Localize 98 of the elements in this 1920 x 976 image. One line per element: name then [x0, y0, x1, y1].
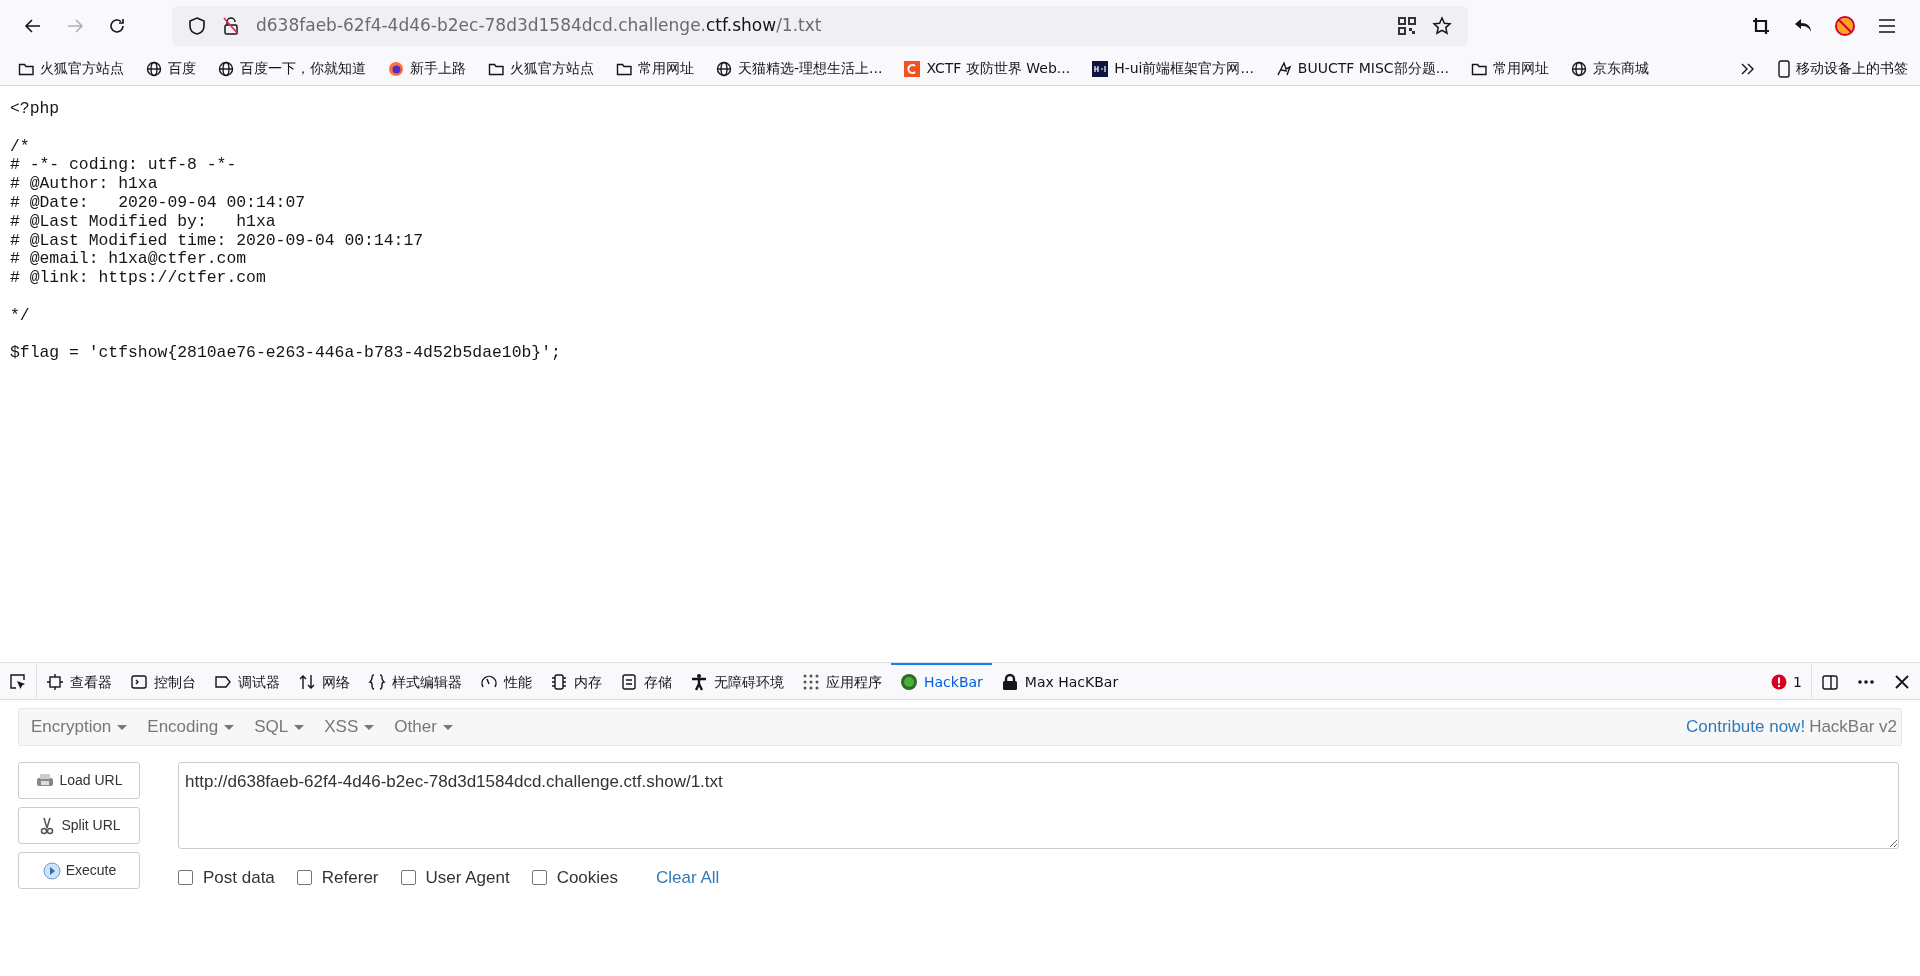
clear-all-link[interactable]: Clear All	[656, 865, 720, 891]
reload-icon[interactable]	[107, 16, 127, 36]
bookmark-item[interactable]: H-ui前端框架官方网...	[1088, 56, 1258, 81]
code-line: # @Last Modified by: h1xa	[10, 212, 277, 232]
devtools-tab[interactable]: 应用程序	[793, 662, 891, 700]
globe-icon	[1571, 60, 1587, 77]
fox-globe-icon	[388, 60, 404, 77]
bookmark-item[interactable]: 新手上路	[384, 56, 470, 81]
terminal-icon	[130, 673, 148, 691]
chip-icon	[550, 673, 568, 691]
bookmark-item[interactable]: 京东商城	[1567, 56, 1653, 81]
menu-dropdown[interactable]: Encoding	[139, 709, 247, 745]
code-line: # @link: https://ctfer.com	[10, 269, 267, 288]
devtools-tab[interactable]: 无障碍环境	[681, 662, 793, 700]
version-label: HackBar v2	[1809, 716, 1897, 739]
devtools-tab[interactable]: HackBar	[891, 662, 992, 700]
caret-icon	[364, 724, 375, 730]
person-icon	[690, 673, 708, 691]
caret-icon	[224, 724, 235, 730]
globe-icon	[218, 60, 234, 77]
storage-icon	[620, 673, 638, 691]
code-line: # @email: h1xa@ctfer.com	[10, 250, 248, 270]
hackbar-logo-icon	[900, 673, 918, 691]
checkbox-label: User Agent	[425, 867, 510, 889]
checkbox[interactable]	[531, 870, 547, 886]
bookmark-item[interactable]: 百度一下，你就知道	[214, 56, 370, 81]
globe-icon	[146, 60, 162, 77]
blocked-extension-icon[interactable]	[1834, 15, 1856, 37]
code-line: */	[10, 306, 31, 326]
crop-icon[interactable]	[1752, 17, 1770, 35]
bookmark-item[interactable]: 移动设备上的书签	[1774, 56, 1912, 81]
bookmark-item[interactable]: 火狐官方站点	[484, 56, 598, 81]
globe-icon	[716, 60, 732, 77]
grid-icon	[802, 673, 820, 691]
bookmark-item[interactable]: 火狐官方站点	[14, 56, 128, 81]
checkbox-label: Referer	[321, 867, 379, 889]
menu-dropdown[interactable]: XSS	[316, 709, 387, 745]
menu-icon[interactable]	[1878, 18, 1896, 34]
lock-icon	[1000, 673, 1019, 691]
checkbox[interactable]	[296, 870, 312, 886]
devtools-tab[interactable]: 查看器	[37, 662, 121, 700]
devtools-tab[interactable]: 调试器	[205, 662, 289, 700]
contribute-link[interactable]: Contribute now!	[1686, 714, 1806, 740]
bookmark-item[interactable]: BUUCTF MISC部分题...	[1271, 56, 1453, 81]
code-line: $flag = 'ctfshow{2810ae76-e263-446a-b783-4d52b5dae10b}';	[10, 344, 562, 364]
code-line: # @Last Modified time: 2020-09-04 00:14:17	[10, 231, 425, 251]
checkbox[interactable]	[178, 870, 193, 886]
caret-icon	[117, 724, 128, 730]
devtools-tab[interactable]: 控制台	[121, 662, 205, 700]
code-line: # @Author: h1xa	[10, 175, 159, 194]
dock-icon[interactable]	[1821, 673, 1839, 691]
devtools-tab[interactable]: 内存	[541, 662, 611, 700]
braces-icon	[368, 673, 386, 691]
checkbox-label: Post data	[203, 867, 275, 889]
qr-code-icon[interactable]	[1398, 17, 1416, 35]
error-icon	[1771, 674, 1788, 690]
close-icon[interactable]	[1893, 673, 1911, 691]
address-bar[interactable]: d638faeb-62f4-4d46-b2ec-78d3d1584dcd.challenge.ctf.show/1.txt	[172, 6, 1468, 46]
devtools-tab[interactable]: 存储	[611, 662, 681, 700]
phone-icon	[1778, 59, 1790, 78]
bookmark-item[interactable]: 天猫精选-理想生活上...	[712, 56, 887, 81]
tag-icon	[214, 673, 232, 691]
error-count[interactable]: 1	[1762, 662, 1812, 700]
action-button[interactable]: Split URL	[18, 807, 140, 844]
caret-icon	[294, 724, 305, 730]
action-button[interactable]: Execute	[18, 852, 140, 889]
chevron-more-icon[interactable]	[1740, 61, 1756, 76]
action-button[interactable]: Load URL	[18, 762, 140, 799]
code-line: <?php	[10, 100, 61, 119]
checkbox[interactable]	[400, 870, 416, 886]
frame-icon	[46, 673, 64, 691]
shield-icon	[188, 16, 206, 36]
code-line: # -*- coding: utf-8 -*-	[10, 156, 238, 176]
checkbox-label: Cookies	[556, 867, 619, 889]
url-input-field[interactable]: http://d638faeb-62f4-4d46-b2ec-78d3d1584dcd.challenge.ctf.show/1.txt	[178, 762, 1899, 849]
url-text: d638faeb-62f4-4d46-b2ec-78d3d1584dcd.challenge.ctf.show/1.txt	[256, 14, 822, 38]
bookmark-item[interactable]: XCTF 攻防世界 Web...	[900, 56, 1075, 81]
menu-dropdown[interactable]: Encryption	[23, 709, 140, 745]
menu-dropdown[interactable]: SQL	[246, 709, 317, 745]
square-logo-icon	[1092, 60, 1109, 77]
star-icon[interactable]	[1432, 16, 1452, 36]
insecure-lock-icon	[222, 16, 240, 36]
element-picker-icon[interactable]	[9, 673, 27, 691]
bookmark-item[interactable]: 常用网址	[612, 56, 698, 81]
bookmark-item[interactable]: 常用网址	[1467, 56, 1553, 81]
devtools-tab[interactable]: 性能	[471, 662, 541, 700]
menu-dropdown[interactable]: Other	[386, 709, 465, 745]
code-line: # @Date: 2020-09-04 00:14:07	[10, 194, 307, 213]
caret-icon	[442, 724, 453, 730]
c-logo-icon	[904, 60, 921, 77]
arrows-icon	[298, 673, 316, 691]
figure-logo-icon	[1275, 60, 1292, 77]
bookmark-item[interactable]: 百度	[142, 56, 200, 81]
devtools-tab[interactable]: 样式编辑器	[359, 662, 471, 700]
code-line: /*	[10, 137, 31, 157]
devtools-tab[interactable]: Max HacKBar	[991, 662, 1128, 700]
play-icon	[41, 860, 62, 881]
devtools-tab[interactable]: 网络	[289, 662, 359, 700]
